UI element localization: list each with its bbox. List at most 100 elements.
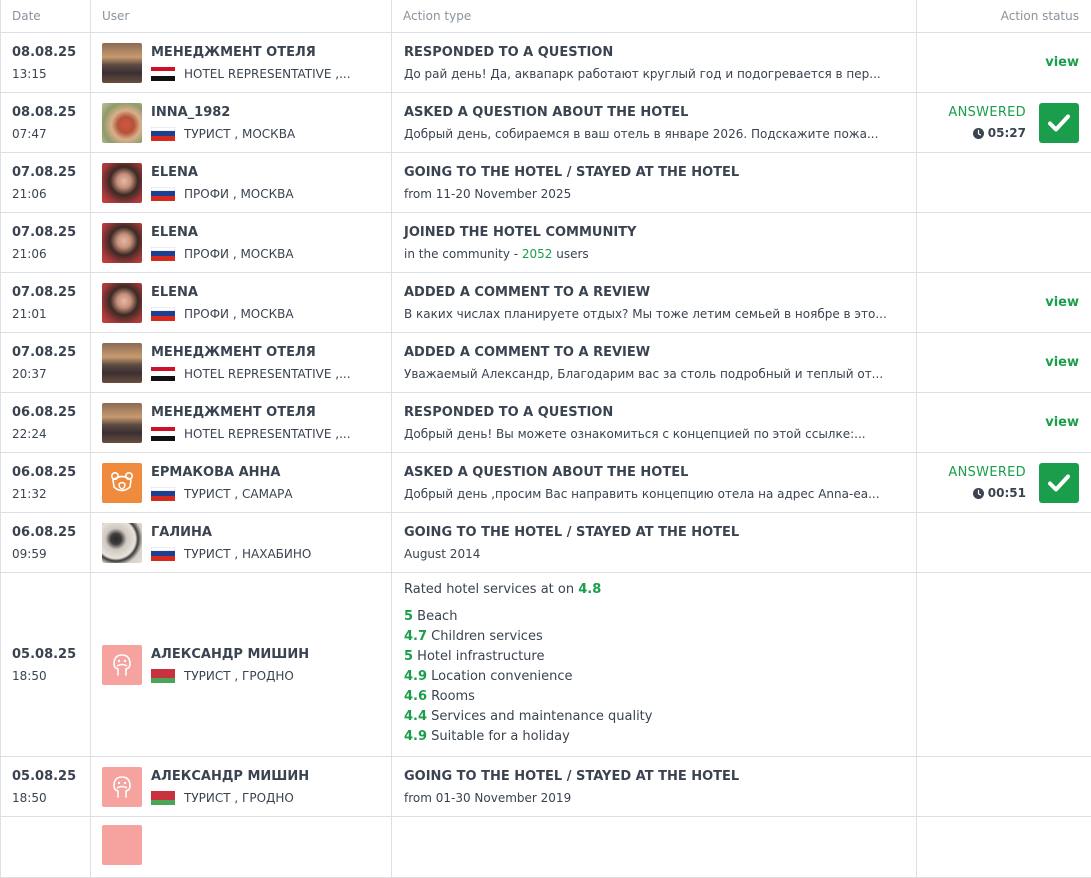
view-link[interactable]: view	[917, 33, 1091, 93]
user-name[interactable]: ELENA	[151, 165, 294, 181]
desc-suffix: users	[552, 247, 588, 261]
user-name[interactable]: МЕНЕДЖМЕНТ ОТЕЛЯ	[151, 345, 351, 361]
date-cell: 05.08.2518:50	[1, 573, 91, 757]
action-title: ASKED A QUESTION ABOUT THE HOTEL	[404, 465, 904, 481]
user-meta: ТУРИСТ , МОСКВА	[184, 127, 295, 141]
checkmark-icon	[1039, 103, 1079, 143]
status-column-header[interactable]: Action status	[917, 0, 1091, 33]
action-title: GOING TO THE HOTEL / STAYED AT THE HOTEL	[404, 525, 904, 541]
view-link[interactable]: view	[917, 333, 1091, 393]
avatar[interactable]	[102, 163, 142, 203]
user-cell: ЕРМАКОВА АННА ТУРИСТ , САМАРА	[91, 453, 392, 513]
action-description: from 01-30 November 2019	[404, 791, 904, 805]
row-time: 07:47	[12, 127, 90, 141]
table-row: 05.08.2518:50 АЛЕКСАНДР МИШИН ТУРИСТ , Г…	[1, 757, 1091, 817]
table-row: 07.08.2520:37 МЕНЕДЖМЕНТ ОТЕЛЯ HOTEL REP…	[1, 333, 1091, 393]
rating-label: Location convenience	[427, 669, 573, 684]
status-cell: ANSWERED 00:51	[917, 453, 1091, 513]
view-link[interactable]: view	[917, 393, 1091, 453]
action-description: Добрый день ,просим Вас направить концеп…	[404, 487, 904, 501]
status-cell	[917, 513, 1091, 573]
user-name[interactable]: INNA_1982	[151, 105, 295, 121]
rating-label: Rooms	[427, 689, 475, 704]
avatar[interactable]	[102, 767, 142, 807]
row-date: 06.08.25	[12, 465, 90, 481]
row-date: 07.08.25	[12, 285, 90, 301]
row-date: 06.08.25	[12, 405, 90, 421]
date-cell: 08.08.25 13:15	[1, 33, 91, 93]
avatar[interactable]	[102, 825, 142, 865]
rating-item: 4.7 Children services	[404, 627, 904, 647]
row-time: 22:24	[12, 427, 90, 441]
action-title: GOING TO THE HOTEL / STAYED AT THE HOTEL	[404, 165, 904, 181]
community-count: 2052	[522, 247, 553, 261]
rating-label: Suitable for a holiday	[427, 729, 570, 744]
status-cell	[917, 213, 1091, 273]
row-date: 06.08.25	[12, 525, 90, 541]
avatar[interactable]	[102, 523, 142, 563]
user-name[interactable]: ELENA	[151, 285, 294, 301]
user-name[interactable]: ЕРМАКОВА АННА	[151, 465, 293, 481]
user-name[interactable]: МЕНЕДЖМЕНТ ОТЕЛЯ	[151, 405, 351, 421]
avatar[interactable]	[102, 343, 142, 383]
rating-label: Services and maintenance quality	[427, 709, 652, 724]
user-name[interactable]: МЕНЕДЖМЕНТ ОТЕЛЯ	[151, 45, 351, 61]
russia-flag-icon	[151, 307, 175, 321]
user-meta: HOTEL REPRESENTATIVE ,...	[184, 67, 351, 81]
russia-flag-icon	[151, 127, 175, 141]
user-meta: ПРОФИ , МОСКВА	[184, 187, 294, 201]
egypt-flag-icon	[151, 427, 175, 441]
user-cell: ELENA ПРОФИ , МОСКВА	[91, 213, 392, 273]
avatar[interactable]	[102, 283, 142, 323]
user-name[interactable]: АЛЕКСАНДР МИШИН	[151, 647, 309, 663]
row-date: 08.08.25	[12, 45, 90, 61]
status-cell	[917, 817, 1091, 878]
view-link[interactable]: view	[917, 273, 1091, 333]
user-cell: ELENA ПРОФИ , МОСКВА	[91, 273, 392, 333]
row-time: 20:37	[12, 367, 90, 381]
user-cell: АЛЕКСАНДР МИШИН ТУРИСТ , ГРОДНО	[91, 573, 392, 757]
row-date: 08.08.25	[12, 105, 90, 121]
rating-list: 5 Beach 4.7 Children services 5 Hotel in…	[404, 607, 904, 747]
user-name[interactable]: ГАЛИНА	[151, 525, 311, 541]
activity-table: Date User Action type Action status 08.0…	[0, 0, 1091, 878]
user-name[interactable]: ELENA	[151, 225, 294, 241]
avatar[interactable]	[102, 403, 142, 443]
user-meta: ПРОФИ , МОСКВА	[184, 307, 294, 321]
avatar[interactable]	[102, 463, 142, 503]
table-row: 06.08.2521:32 ЕРМАКОВА АННА ТУРИСТ , САМ…	[1, 453, 1091, 513]
status-cell: ANSWERED 05:27	[917, 93, 1091, 153]
answer-time: 05:27	[988, 126, 1026, 140]
avatar[interactable]	[102, 43, 142, 83]
user-meta: ТУРИСТ , ГРОДНО	[184, 791, 294, 805]
action-description: До рай день! Да, аквапарк работают кругл…	[404, 67, 904, 81]
date-column-header[interactable]: Date	[1, 0, 91, 33]
date-cell: 06.08.2521:32	[1, 453, 91, 513]
row-time: 13:15	[12, 67, 90, 81]
rating-value: 4.9	[404, 669, 427, 684]
user-name[interactable]: АЛЕКСАНДР МИШИН	[151, 769, 309, 785]
egypt-flag-icon	[151, 367, 175, 381]
answered-badge: ANSWERED	[948, 465, 1026, 481]
user-cell: МЕНЕДЖМЕНТ ОТЕЛЯ HOTEL REPRESENTATIVE ,.…	[91, 33, 392, 93]
avatar[interactable]	[102, 223, 142, 263]
avatar[interactable]	[102, 103, 142, 143]
belarus-flag-icon	[151, 669, 175, 683]
rating-item: 5 Hotel infrastructure	[404, 647, 904, 667]
rating-total: 4.8	[578, 582, 601, 597]
russia-flag-icon	[151, 487, 175, 501]
date-cell: 07.08.2521:06	[1, 153, 91, 213]
status-cell	[917, 153, 1091, 213]
date-cell: 07.08.2521:06	[1, 213, 91, 273]
action-description: from 11-20 November 2025	[404, 187, 904, 201]
clock-icon	[973, 488, 984, 499]
date-cell: 08.08.25 07:47	[1, 93, 91, 153]
avatar[interactable]	[102, 645, 142, 685]
user-column-header[interactable]: User	[91, 0, 392, 33]
date-cell: 07.08.2520:37	[1, 333, 91, 393]
russia-flag-icon	[151, 187, 175, 201]
rating-item: 5 Beach	[404, 607, 904, 627]
action-column-header[interactable]: Action type	[392, 0, 917, 33]
row-date: 07.08.25	[12, 225, 90, 241]
russia-flag-icon	[151, 247, 175, 261]
